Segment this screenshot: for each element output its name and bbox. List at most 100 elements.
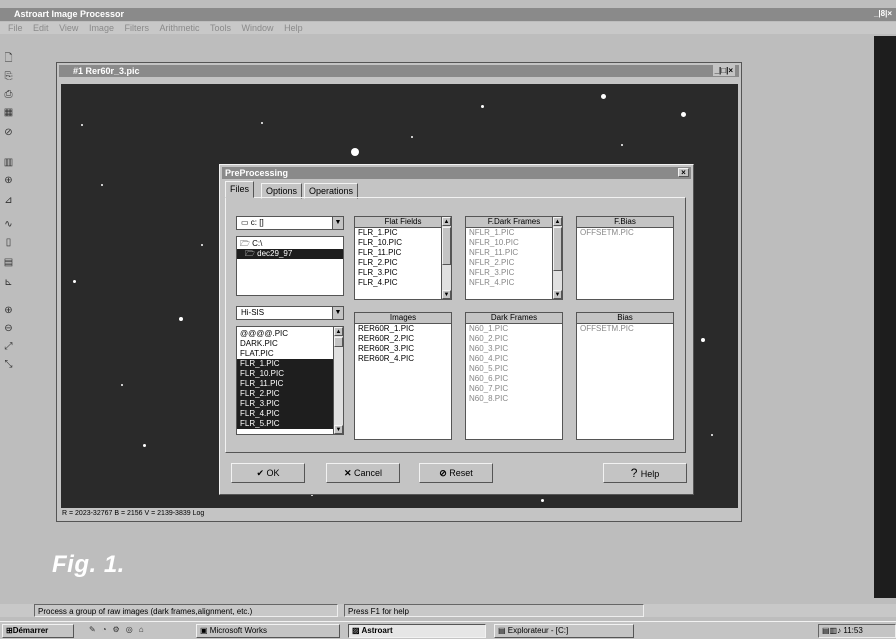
scroll-down-icon[interactable]: ▼ — [334, 425, 343, 434]
folder-list[interactable]: 🗁 C:\ 🗁 dec29_97 — [236, 236, 344, 296]
dialog-close-button[interactable]: × — [678, 168, 689, 177]
file-item-selected[interactable]: FLR_11.PIC — [237, 379, 343, 389]
help-button[interactable]: ? Help — [603, 463, 687, 483]
scroll-down-icon[interactable]: ▼ — [442, 290, 451, 299]
shrink-icon[interactable]: ⤡ — [2, 358, 15, 371]
menu-arithmetic[interactable]: Arithmetic — [159, 22, 199, 34]
image-window-controls[interactable]: _|□|× — [712, 65, 735, 76]
list-item[interactable]: N60_6.PIC — [466, 374, 562, 384]
expand-icon[interactable]: ⤢ — [2, 340, 15, 353]
bias-list[interactable]: Bias OFFSETM.PIC — [576, 312, 674, 440]
file-list-scrollbar[interactable]: ▲ ▼ — [333, 327, 343, 434]
task-explorateur[interactable]: ▤ Explorateur - [C:] — [494, 624, 634, 638]
list-item[interactable]: RER60R_3.PIC — [355, 344, 451, 354]
dark-frames-list[interactable]: Dark Frames N60_1.PIC N60_2.PIC N60_3.PI… — [465, 312, 563, 440]
menu-help[interactable]: Help — [284, 22, 303, 34]
list-item[interactable]: NFLR_2.PIC — [466, 258, 562, 268]
list-item[interactable]: FLR_2.PIC — [355, 258, 451, 268]
scroll-down-icon[interactable]: ▼ — [553, 290, 562, 299]
f-bias-list[interactable]: F.Bias OFFSETM.PIC — [576, 216, 674, 300]
file-item-selected[interactable]: FLR_2.PIC — [237, 389, 343, 399]
scroll-up-icon[interactable]: ▲ — [334, 327, 343, 336]
stop-icon[interactable]: ⊘ — [2, 126, 15, 139]
ok-button[interactable]: ✔ OK — [231, 463, 305, 483]
flat-fields-scrollbar[interactable]: ▲ ▼ — [441, 217, 451, 299]
list-item[interactable]: FLR_1.PIC — [355, 228, 451, 238]
scroll-thumb[interactable] — [553, 227, 562, 271]
menu-image[interactable]: Image — [89, 22, 114, 34]
list-item[interactable]: FLR_4.PIC — [355, 278, 451, 288]
dialog-title: PreProcessing — [225, 168, 289, 178]
menu-view[interactable]: View — [59, 22, 78, 34]
drive-select[interactable]: ▭ c: [] ▼ — [236, 216, 344, 230]
zoom-icon[interactable]: ⊕ — [2, 174, 15, 187]
list-item[interactable]: NFLR_11.PIC — [466, 248, 562, 258]
list-item[interactable]: RER60R_2.PIC — [355, 334, 451, 344]
list-item[interactable]: N60_5.PIC — [466, 364, 562, 374]
list-item[interactable]: N60_2.PIC — [466, 334, 562, 344]
page-icon[interactable]: ▯ — [2, 236, 15, 249]
file-item-selected[interactable]: FLR_4.PIC — [237, 409, 343, 419]
list-item[interactable]: RER60R_4.PIC — [355, 354, 451, 364]
curve-icon[interactable]: ∿ — [2, 218, 15, 231]
f-dark-frames-scrollbar[interactable]: ▲ ▼ — [552, 217, 562, 299]
menu-edit[interactable]: Edit — [33, 22, 49, 34]
list-item[interactable]: NFLR_3.PIC — [466, 268, 562, 278]
histogram-icon[interactable]: ▥ — [2, 156, 15, 169]
file-item[interactable]: DARK.PIC — [237, 339, 343, 349]
menu-tools[interactable]: Tools — [210, 22, 231, 34]
menu-file[interactable]: File — [8, 22, 23, 34]
list-item[interactable]: N60_3.PIC — [466, 344, 562, 354]
file-item-selected[interactable]: FLR_3.PIC — [237, 399, 343, 409]
menu-window[interactable]: Window — [242, 22, 274, 34]
zoom-in-icon[interactable]: ⊕ — [2, 304, 15, 317]
file-item-selected[interactable]: FLR_10.PIC — [237, 369, 343, 379]
reset-button[interactable]: ⊘ Reset — [419, 463, 493, 483]
scroll-up-icon[interactable]: ▲ — [553, 217, 562, 226]
task-microsoft-works[interactable]: ▣ Microsoft Works — [196, 624, 340, 638]
images-list[interactable]: Images RER60R_1.PIC RER60R_2.PIC RER60R_… — [354, 312, 452, 440]
list-item[interactable]: NFLR_4.PIC — [466, 278, 562, 288]
list-item[interactable]: RER60R_1.PIC — [355, 324, 451, 334]
list-item[interactable]: NFLR_10.PIC — [466, 238, 562, 248]
list-item[interactable]: OFFSETM.PIC — [577, 228, 673, 238]
list-item[interactable]: NFLR_1.PIC — [466, 228, 562, 238]
flat-fields-list[interactable]: Flat Fields FLR_1.PIC FLR_10.PIC FLR_11.… — [354, 216, 452, 300]
scroll-up-icon[interactable]: ▲ — [442, 217, 451, 226]
tray-icons[interactable]: ▤▥♪ — [822, 626, 843, 635]
list-item[interactable]: FLR_10.PIC — [355, 238, 451, 248]
list-item[interactable]: OFFSETM.PIC — [577, 324, 673, 334]
graph-icon[interactable]: ⊾ — [2, 276, 15, 289]
menu-filters[interactable]: Filters — [124, 22, 149, 34]
format-select[interactable]: Hi-SIS ▼ — [236, 306, 344, 320]
chart-icon[interactable]: ⊿ — [2, 194, 15, 207]
app-window-controls[interactable]: _|8|× — [874, 8, 892, 20]
task-astroart-active[interactable]: ▨ Astroart — [348, 624, 486, 638]
file-item-selected[interactable]: FLR_1.PIC — [237, 359, 343, 369]
list-item[interactable]: FLR_11.PIC — [355, 248, 451, 258]
document-icon[interactable]: ▤ — [2, 256, 15, 269]
folder-item[interactable]: 🗁 C:\ — [237, 239, 343, 249]
f-dark-frames-list[interactable]: F.Dark Frames NFLR_1.PIC NFLR_10.PIC NFL… — [465, 216, 563, 300]
list-item[interactable]: N60_8.PIC — [466, 394, 562, 404]
grid-icon[interactable]: ▦ — [2, 106, 15, 119]
file-list[interactable]: @@@@.PIC DARK.PIC FLAT.PIC FLR_1.PIC FLR… — [236, 326, 344, 435]
cancel-button[interactable]: ✕ Cancel — [326, 463, 400, 483]
list-item[interactable]: N60_7.PIC — [466, 384, 562, 394]
new-file-icon[interactable]: 🗋 — [2, 52, 15, 65]
list-item[interactable]: FLR_3.PIC — [355, 268, 451, 278]
print-icon[interactable]: ⎙ — [2, 88, 15, 101]
copy-icon[interactable]: ⎘ — [2, 70, 15, 83]
start-button[interactable]: ⊞Démarrer — [2, 624, 74, 638]
list-item[interactable]: N60_1.PIC — [466, 324, 562, 334]
list-item[interactable]: N60_4.PIC — [466, 354, 562, 364]
scroll-thumb[interactable] — [334, 337, 343, 347]
file-item[interactable]: @@@@.PIC — [237, 329, 343, 339]
file-item-selected[interactable]: FLR_5.PIC — [237, 419, 343, 429]
file-item[interactable]: FLAT.PIC — [237, 349, 343, 359]
tab-files[interactable]: Files — [225, 181, 255, 198]
zoom-out-icon[interactable]: ⊖ — [2, 322, 15, 335]
scroll-thumb[interactable] — [442, 227, 451, 265]
folder-item-selected[interactable]: 🗁 dec29_97 — [237, 249, 343, 259]
quick-launch-icons[interactable]: ✎◔⚙◎⌂ — [86, 624, 186, 638]
